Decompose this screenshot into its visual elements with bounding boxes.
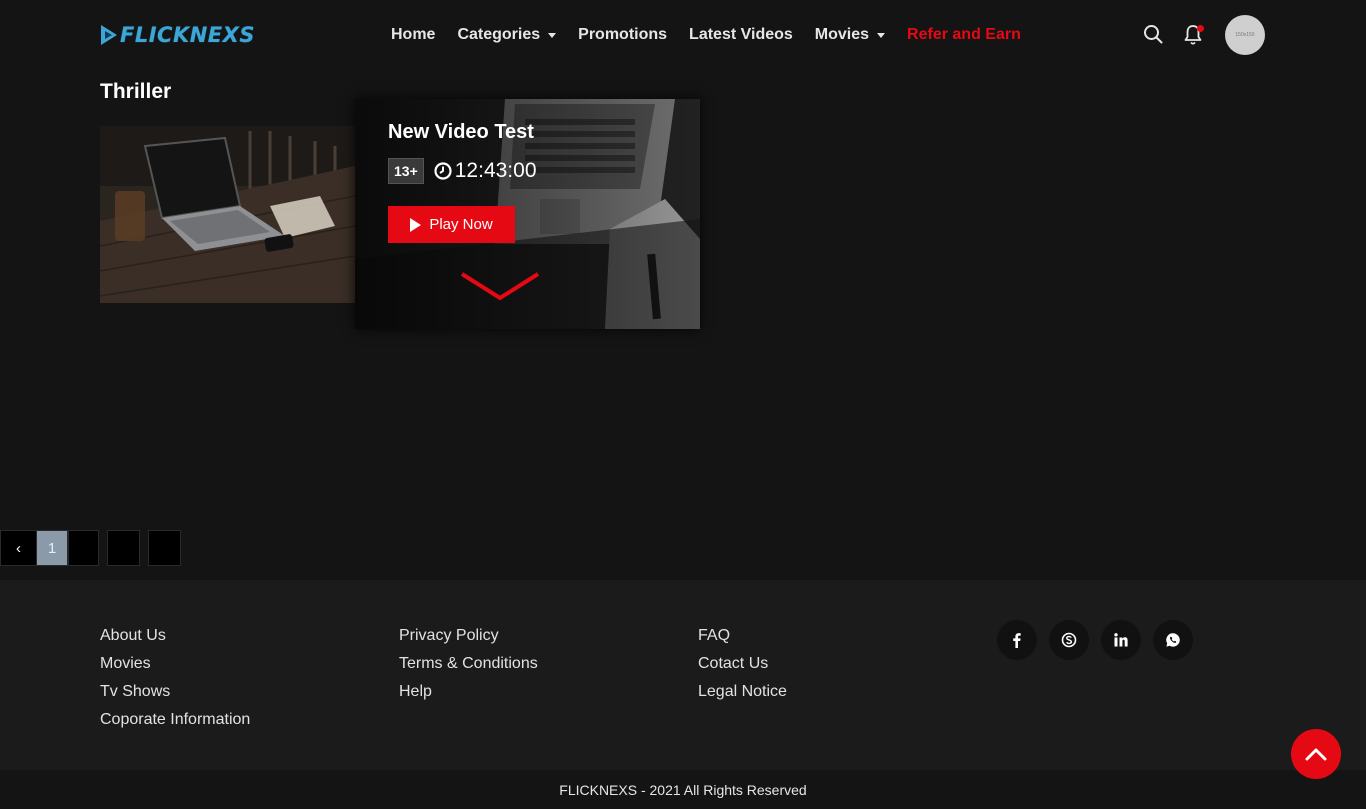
facebook-icon[interactable] — [997, 620, 1037, 660]
clock-icon — [434, 162, 452, 180]
top-header: FLICKNEXS Home Categories Promotions Lat… — [0, 0, 1366, 70]
nav-latest-videos-label: Latest Videos — [689, 26, 793, 43]
nav-promotions[interactable]: Promotions — [578, 26, 667, 44]
video-title: New Video Test — [388, 121, 534, 143]
linkedin-icon[interactable] — [1101, 620, 1141, 660]
brand-logo[interactable]: FLICKNEXS — [100, 22, 255, 48]
footer-link-help[interactable]: Help — [399, 678, 538, 706]
laptop-scene-image — [100, 126, 355, 303]
footer-link-terms[interactable]: Terms & Conditions — [399, 650, 538, 678]
skype-icon[interactable] — [1049, 620, 1089, 660]
page-button[interactable] — [68, 530, 99, 566]
nav-categories[interactable]: Categories — [457, 26, 557, 44]
search-icon[interactable] — [1143, 24, 1163, 49]
chevron-down-icon[interactable] — [460, 270, 540, 302]
video-hover-card[interactable]: New Video Test 13+ 12:43:00 Play Now — [355, 99, 700, 329]
play-now-label: Play Now — [429, 216, 493, 233]
video-meta: 13+ 12:43:00 — [388, 158, 537, 184]
bell-icon[interactable] — [1184, 24, 1204, 51]
play-logo-icon — [101, 25, 117, 45]
avatar[interactable]: 150x150 — [1225, 15, 1265, 55]
video-thumbnail[interactable] — [100, 126, 355, 303]
play-now-button[interactable]: Play Now — [388, 206, 515, 243]
page-button[interactable] — [107, 530, 140, 566]
nav-movies[interactable]: Movies — [814, 26, 886, 44]
avatar-text: 150x150 — [1235, 32, 1255, 38]
copyright-text: FLICKNEXS - 2021 All Rights Reserved — [559, 781, 807, 798]
nav-refer-and-earn[interactable]: Refer and Earn — [907, 26, 1021, 44]
footer-link-faq[interactable]: FAQ — [698, 622, 787, 650]
nav-movies-label: Movies — [814, 26, 870, 43]
play-icon — [410, 217, 422, 232]
footer-link-privacy-policy[interactable]: Privacy Policy — [399, 622, 538, 650]
footer-link-corporate-info[interactable]: Coporate Information — [100, 706, 250, 734]
footer-link-contact-us[interactable]: Cotact Us — [698, 650, 787, 678]
footer-link-tv-shows[interactable]: Tv Shows — [100, 678, 250, 706]
footer-link-movies[interactable]: Movies — [100, 650, 250, 678]
footer-link-about-us[interactable]: About Us — [100, 622, 250, 650]
caret-down-icon — [877, 32, 886, 38]
nav-promotions-label: Promotions — [578, 26, 668, 43]
social-links — [997, 620, 1193, 660]
nav-refer-label: Refer and Earn — [907, 26, 1021, 43]
scroll-to-top-button[interactable] — [1291, 729, 1341, 779]
next-page-button[interactable] — [148, 530, 181, 566]
notification-dot — [1197, 25, 1204, 32]
footer-column-3: FAQ Cotact Us Legal Notice — [698, 622, 787, 706]
main-nav: Home Categories Promotions Latest Videos… — [391, 24, 1043, 46]
nav-home-label: Home — [391, 26, 436, 43]
section-title: Thriller — [100, 80, 172, 103]
footer-link-legal-notice[interactable]: Legal Notice — [698, 678, 787, 706]
age-rating-badge: 13+ — [388, 158, 424, 184]
chevron-up-icon — [1305, 748, 1327, 761]
footer-column-1: About Us Movies Tv Shows Coporate Inform… — [100, 622, 250, 734]
brand-name: FLICKNEXS — [120, 23, 255, 47]
whatsapp-icon[interactable] — [1153, 620, 1193, 660]
video-duration: 12:43:00 — [454, 159, 537, 182]
footer-column-2: Privacy Policy Terms & Conditions Help — [399, 622, 538, 706]
prev-page-button[interactable]: ‹ — [0, 530, 37, 566]
nav-latest-videos[interactable]: Latest Videos — [689, 26, 793, 44]
caret-down-icon — [548, 32, 557, 38]
nav-home[interactable]: Home — [391, 26, 435, 44]
nav-categories-label: Categories — [457, 26, 541, 43]
site-footer: About Us Movies Tv Shows Coporate Inform… — [0, 580, 1366, 770]
copyright-bar: FLICKNEXS - 2021 All Rights Reserved — [0, 770, 1366, 809]
page-1-button[interactable]: 1 — [36, 530, 68, 566]
